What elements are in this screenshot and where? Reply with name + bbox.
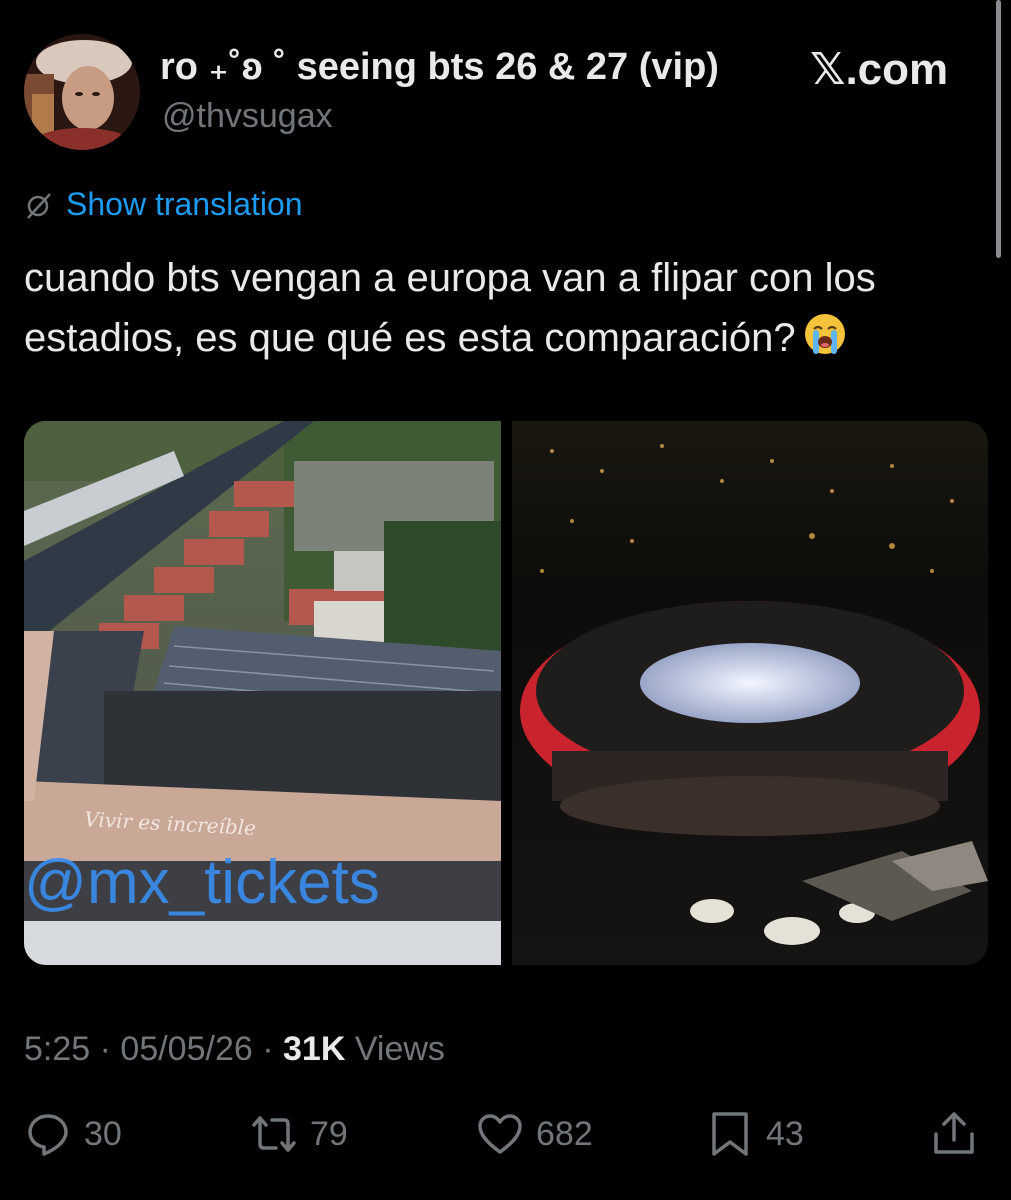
stadium-night-image — [512, 421, 988, 965]
bookmark-count: 43 — [766, 1114, 804, 1153]
tweet-date[interactable]: 05/05/26 — [120, 1030, 252, 1068]
tweet-body: cuando bts vengan a europa van a flipar … — [24, 256, 876, 360]
author-display-name[interactable]: ro ₊˚ʚ ˚ seeing bts 26 & 27 (vip) — [160, 44, 719, 89]
avatar-image — [24, 34, 140, 150]
author-handle[interactable]: @thvsugax — [162, 97, 333, 136]
repost-count: 79 — [310, 1114, 348, 1153]
bookmark-button[interactable]: 43 — [706, 1110, 804, 1158]
translate-icon — [27, 192, 51, 219]
share-icon — [934, 1112, 974, 1154]
tweet-time[interactable]: 5:25 — [24, 1030, 90, 1068]
show-translation-link[interactable]: Show translation — [66, 186, 303, 223]
avatar[interactable] — [24, 34, 140, 150]
meta-separator: · — [99, 1030, 111, 1068]
translation-row[interactable]: Show translation — [24, 186, 303, 223]
reply-count: 30 — [84, 1114, 122, 1153]
mx-tickets-watermark: @mx_tickets — [24, 848, 380, 917]
bookmark-icon — [712, 1112, 748, 1156]
like-button[interactable]: 682 — [476, 1110, 593, 1158]
repost-icon — [252, 1116, 296, 1152]
share-button[interactable] — [930, 1110, 978, 1158]
meta-separator: · — [262, 1030, 274, 1068]
reply-icon — [28, 1114, 68, 1156]
reply-button[interactable]: 30 — [24, 1110, 122, 1158]
stadium-day-image: Vivir es increíble @mx_tickets — [24, 421, 501, 965]
media-image-left[interactable]: Vivir es increíble @mx_tickets — [24, 421, 501, 965]
tweet-text: cuando bts vengan a europa van a flipar … — [24, 248, 994, 368]
loudly-crying-face-icon — [804, 314, 845, 354]
heart-icon — [478, 1114, 522, 1154]
views-count: 31K — [283, 1030, 346, 1068]
scrollbar[interactable] — [996, 0, 1001, 258]
views-label: Views — [354, 1030, 445, 1068]
like-count: 682 — [536, 1114, 593, 1153]
tweet-media[interactable]: Vivir es increíble @mx_tickets — [24, 421, 988, 965]
source-watermark: 𝕏.com — [810, 45, 949, 94]
tweet-meta: 5:25 · 05/05/26 · 31K Views — [24, 1030, 445, 1069]
media-image-right[interactable] — [512, 421, 988, 965]
repost-button[interactable]: 79 — [250, 1110, 348, 1158]
action-bar: 30 79 682 43 — [0, 1110, 1011, 1170]
